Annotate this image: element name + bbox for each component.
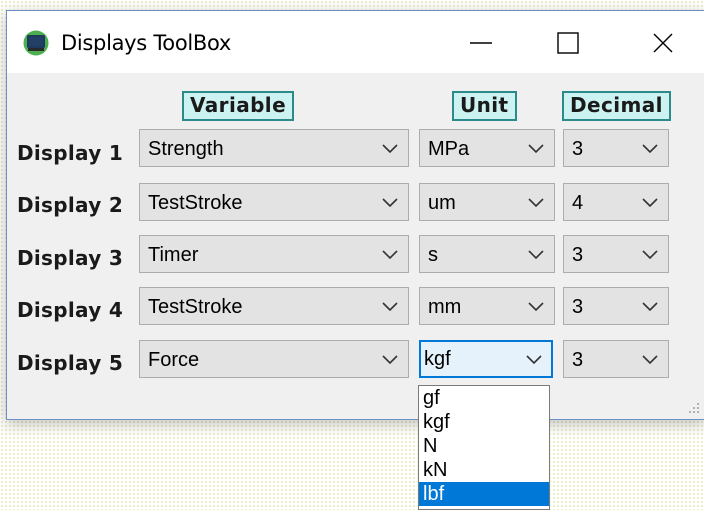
resize-grip-icon[interactable] bbox=[687, 401, 701, 415]
chevron-down-icon bbox=[528, 250, 544, 260]
title-bar[interactable]: Displays ToolBox bbox=[7, 11, 704, 73]
selected-value: 4 bbox=[572, 192, 584, 214]
display-3-decimal-select[interactable]: 3 bbox=[563, 235, 669, 273]
display-1-label: Display 1 bbox=[17, 141, 124, 165]
selected-value: MPa bbox=[428, 138, 470, 160]
minimize-icon bbox=[470, 32, 492, 54]
selected-value: Force bbox=[148, 349, 200, 371]
display-2-variable-select[interactable]: TestStroke bbox=[139, 183, 409, 221]
display-2-label: Display 2 bbox=[17, 193, 124, 217]
display-3-unit-select[interactable]: s bbox=[419, 235, 555, 273]
selected-value: 3 bbox=[572, 349, 584, 371]
variable-column-header: Variable bbox=[182, 91, 295, 121]
chevron-down-icon bbox=[642, 250, 658, 260]
window-title: Displays ToolBox bbox=[61, 31, 232, 55]
chevron-down-icon bbox=[642, 302, 658, 312]
display-3-label: Display 3 bbox=[17, 246, 124, 270]
chevron-down-icon bbox=[382, 198, 398, 208]
display-4-variable-select[interactable]: TestStroke bbox=[139, 287, 409, 325]
client-area: Variable Unit Decimal Display 1 Strength… bbox=[7, 73, 704, 419]
display-1-decimal-select[interactable]: 3 bbox=[563, 129, 669, 167]
dropdown-option-gf[interactable]: gf bbox=[419, 386, 549, 410]
display-1-unit-select[interactable]: MPa bbox=[419, 129, 555, 167]
monitor-icon bbox=[21, 30, 51, 56]
display-2-unit-select[interactable]: um bbox=[419, 183, 555, 221]
decimal-column-header: Decimal bbox=[562, 91, 671, 121]
chevron-down-icon bbox=[526, 355, 542, 365]
chevron-down-icon bbox=[382, 355, 398, 365]
unit-dropdown-list: gf kgf N kN lbf bbox=[418, 385, 550, 510]
display-3-variable-select[interactable]: Timer bbox=[139, 235, 409, 273]
display-5-label: Display 5 bbox=[17, 351, 124, 375]
dropdown-option-n[interactable]: N bbox=[419, 434, 549, 458]
close-button[interactable] bbox=[635, 21, 691, 65]
chevron-down-icon bbox=[642, 355, 658, 365]
chevron-down-icon bbox=[382, 144, 398, 154]
chevron-down-icon bbox=[528, 144, 544, 154]
selected-value: s bbox=[428, 244, 438, 266]
display-5-unit-select[interactable]: kgf bbox=[419, 340, 553, 378]
display-5-decimal-select[interactable]: 3 bbox=[563, 340, 669, 378]
selected-value: um bbox=[428, 192, 456, 214]
chevron-down-icon bbox=[528, 302, 544, 312]
chevron-down-icon bbox=[642, 144, 658, 154]
minimize-button[interactable] bbox=[453, 21, 509, 65]
dropdown-option-kgf[interactable]: kgf bbox=[419, 410, 549, 434]
chevron-down-icon bbox=[382, 250, 398, 260]
chevron-down-icon bbox=[382, 302, 398, 312]
maximize-button[interactable] bbox=[540, 21, 596, 65]
selected-value: TestStroke bbox=[148, 296, 243, 318]
selected-value: Strength bbox=[148, 138, 224, 160]
dropdown-option-kn[interactable]: kN bbox=[419, 458, 549, 482]
chevron-down-icon bbox=[642, 198, 658, 208]
display-4-decimal-select[interactable]: 3 bbox=[563, 287, 669, 325]
selected-value: kgf bbox=[424, 348, 451, 370]
display-4-unit-select[interactable]: mm bbox=[419, 287, 555, 325]
dropdown-option-lbf[interactable]: lbf bbox=[419, 482, 549, 506]
selected-value: 3 bbox=[572, 296, 584, 318]
display-2-decimal-select[interactable]: 4 bbox=[563, 183, 669, 221]
display-1-variable-select[interactable]: Strength bbox=[139, 129, 409, 167]
display-4-label: Display 4 bbox=[17, 298, 124, 322]
selected-value: 3 bbox=[572, 138, 584, 160]
maximize-icon bbox=[557, 32, 579, 54]
selected-value: mm bbox=[428, 296, 462, 318]
display-5-variable-select[interactable]: Force bbox=[139, 340, 409, 378]
selected-value: Timer bbox=[148, 244, 199, 266]
close-icon bbox=[652, 32, 674, 54]
unit-column-header: Unit bbox=[452, 91, 517, 121]
displays-toolbox-window: Displays ToolBox Variable Unit Decimal D bbox=[6, 10, 704, 420]
selected-value: 3 bbox=[572, 244, 584, 266]
selected-value: TestStroke bbox=[148, 192, 243, 214]
chevron-down-icon bbox=[528, 198, 544, 208]
